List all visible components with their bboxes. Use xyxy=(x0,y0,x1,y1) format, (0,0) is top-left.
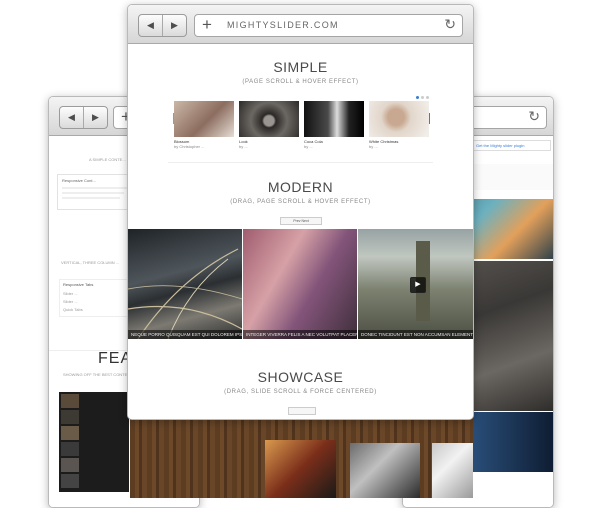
right-link-bar: Get the Mighty slider plugin xyxy=(473,140,551,151)
showcase-title: SHOWCASE xyxy=(257,369,344,385)
slide-caption: NEQUE PORRO QUISQUAM EST QUI DOLOREM IPS… xyxy=(128,330,242,339)
slide-caption: INTEGER VIVERRA FELIS A NEC VOLUTPAT PLA… xyxy=(243,330,357,339)
reload-icon[interactable]: ↻ xyxy=(528,109,540,124)
modern-slide-city[interactable]: INTEGER VIVERRA FELIS A NEC VOLUTPAT PLA… xyxy=(243,229,357,339)
back-icon[interactable]: ◀ xyxy=(60,107,84,128)
main-window-toolbar: ◀ ▶ + MIGHTYSLIDER.COM ↻ xyxy=(128,5,473,44)
forward-icon[interactable]: ▶ xyxy=(163,15,186,36)
showcase-subtitle: (DRAG, SLIDE SCROLL & FORCE CENTERED) xyxy=(224,389,377,395)
left-video-list xyxy=(59,392,129,492)
modern-slide-bigben[interactable]: ▶ DONEC TINCIDUNT EST NON ACCUMSAN ELEME… xyxy=(358,229,473,339)
left-list-item[interactable]: Slider ... xyxy=(63,299,78,304)
showcase-pager[interactable] xyxy=(288,407,316,415)
slide-caption: Look by ... xyxy=(239,139,248,149)
modern-slide-road[interactable]: NEQUE PORRO QUISQUAM EST QUI DOLOREM IPS… xyxy=(128,229,242,339)
slide-author: by ... xyxy=(304,144,313,149)
reload-icon[interactable]: ↻ xyxy=(444,17,456,32)
slide-author: by ... xyxy=(369,144,378,149)
simple-title: SIMPLE xyxy=(273,59,328,75)
road-lines-graphic xyxy=(128,248,242,339)
slide-thumb-christmas[interactable] xyxy=(369,101,429,137)
left-mid-label: VERTICAL, THREE COLUMN ... xyxy=(61,260,120,265)
back-icon[interactable]: ◀ xyxy=(139,15,163,36)
modern-pager[interactable]: Prev Next xyxy=(280,217,322,225)
slide-caption: Coca Cola by ... xyxy=(304,139,323,149)
slide-caption: Blossom by Christopher ... xyxy=(174,139,204,149)
slide-thumb-cola[interactable] xyxy=(304,101,364,137)
main-nav-buttons[interactable]: ◀ ▶ xyxy=(138,14,187,37)
showcase-slide[interactable] xyxy=(350,443,420,498)
slide-thumb-look[interactable] xyxy=(239,101,299,137)
modern-subtitle: (DRAG, PAGE SCROLL & HOVER EFFECT) xyxy=(230,199,371,205)
showcase-slide[interactable] xyxy=(265,440,336,498)
right-link[interactable]: Get the Mighty slider plugin xyxy=(476,143,524,148)
slide-author: by ... xyxy=(239,144,248,149)
left-list-item[interactable]: Slider ... xyxy=(63,291,78,296)
left-list-item[interactable]: Quick Tabs xyxy=(63,307,83,312)
url-text: MIGHTYSLIDER.COM xyxy=(227,20,339,30)
main-url-bar[interactable]: + MIGHTYSLIDER.COM ↻ xyxy=(194,14,463,37)
play-icon[interactable]: ▶ xyxy=(410,277,426,293)
left-list-item[interactable]: Responsive Tabs xyxy=(63,282,93,287)
left-tab-box: Responsive Cont... xyxy=(57,174,134,210)
new-tab-icon[interactable]: + xyxy=(202,16,212,34)
left-nav-buttons[interactable]: ◀ ▶ xyxy=(59,106,108,129)
modern-title: MODERN xyxy=(267,179,334,195)
simple-pagination[interactable] xyxy=(416,96,429,99)
left-top-label: A SIMPLE CONTE... xyxy=(89,157,126,162)
slide-author: by Christopher ... xyxy=(174,144,205,149)
slide-thumb-blossom[interactable] xyxy=(174,101,234,137)
left-tab-list: Responsive Tabs Slider ... Slider ... Qu… xyxy=(59,279,131,317)
left-tab-1[interactable]: Responsive Cont... xyxy=(62,178,96,183)
slide-caption: DONEC TINCIDUNT EST NON ACCUMSAN ELEMENT… xyxy=(358,330,473,339)
left-feature-desc: SHOWING OFF THE BEST CONTENT ... xyxy=(63,372,138,377)
simple-subtitle: (PAGE SCROLL & HOVER EFFECT) xyxy=(242,79,359,85)
slide-caption: White Christmas by ... xyxy=(369,139,398,149)
showcase-slide[interactable] xyxy=(432,443,473,498)
main-browser-window: ◀ ▶ + MIGHTYSLIDER.COM ↻ SIMPLE (PAGE SC… xyxy=(127,4,474,420)
forward-icon[interactable]: ▶ xyxy=(84,107,107,128)
